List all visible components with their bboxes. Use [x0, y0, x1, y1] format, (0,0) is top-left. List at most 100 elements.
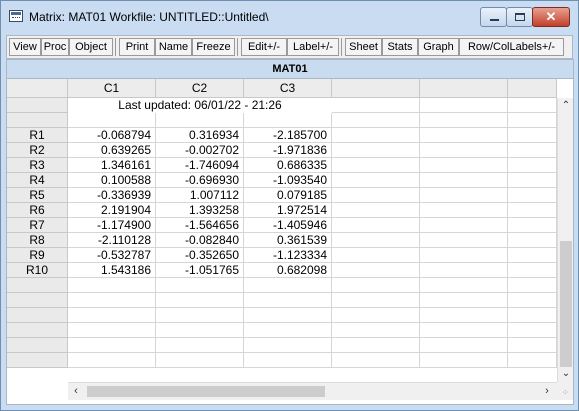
- row-header[interactable]: [7, 293, 68, 308]
- row-header[interactable]: R6: [7, 203, 68, 218]
- matrix-window-icon[interactable]: [9, 10, 23, 22]
- matrix-cell[interactable]: [420, 128, 508, 143]
- matrix-cell[interactable]: [508, 248, 557, 263]
- matrix-cell[interactable]: [332, 113, 420, 128]
- matrix-cell[interactable]: [508, 158, 557, 173]
- matrix-cell[interactable]: [508, 113, 557, 128]
- matrix-cell[interactable]: [508, 128, 557, 143]
- stats-button[interactable]: Stats: [382, 38, 418, 56]
- matrix-cell[interactable]: [508, 143, 557, 158]
- matrix-cell[interactable]: [156, 338, 244, 353]
- matrix-cell[interactable]: 0.079185: [244, 188, 332, 203]
- matrix-cell[interactable]: [156, 353, 244, 368]
- matrix-cell[interactable]: [68, 308, 156, 323]
- column-header[interactable]: [508, 79, 557, 98]
- matrix-cell[interactable]: [420, 323, 508, 338]
- matrix-cell[interactable]: [508, 188, 557, 203]
- row-header[interactable]: [7, 338, 68, 353]
- matrix-cell[interactable]: -1.746094: [156, 158, 244, 173]
- matrix-cell[interactable]: -1.564656: [156, 218, 244, 233]
- matrix-cell[interactable]: [508, 218, 557, 233]
- matrix-cell[interactable]: [68, 113, 156, 128]
- title-bar[interactable]: Matrix: MAT01 Workfile: UNTITLED::Untitl…: [1, 1, 578, 32]
- matrix-cell[interactable]: 1.346161: [68, 158, 156, 173]
- vertical-scroll-thumb[interactable]: [560, 241, 572, 367]
- row-header[interactable]: [7, 323, 68, 338]
- object-button[interactable]: Object: [69, 38, 113, 56]
- matrix-cell[interactable]: [508, 233, 557, 248]
- row-header[interactable]: R1: [7, 128, 68, 143]
- matrix-cell[interactable]: -0.532787: [68, 248, 156, 263]
- matrix-cell[interactable]: -2.110128: [68, 233, 156, 248]
- matrix-cell[interactable]: [332, 308, 420, 323]
- matrix-cell[interactable]: 0.361539: [244, 233, 332, 248]
- close-button[interactable]: ✕: [532, 7, 570, 27]
- matrix-cell[interactable]: [420, 308, 508, 323]
- row-header[interactable]: [7, 353, 68, 368]
- matrix-cell[interactable]: [508, 338, 557, 353]
- matrix-cell[interactable]: [332, 173, 420, 188]
- matrix-cell[interactable]: -0.352650: [156, 248, 244, 263]
- matrix-cell[interactable]: [420, 173, 508, 188]
- matrix-cell[interactable]: [156, 113, 244, 128]
- matrix-cell[interactable]: [68, 353, 156, 368]
- matrix-cell[interactable]: [68, 338, 156, 353]
- maximize-button[interactable]: [506, 7, 533, 27]
- matrix-cell[interactable]: [156, 278, 244, 293]
- row-header[interactable]: R2: [7, 143, 68, 158]
- row-header[interactable]: R3: [7, 158, 68, 173]
- matrix-cell[interactable]: [508, 353, 557, 368]
- matrix-cell[interactable]: [332, 263, 420, 278]
- matrix-cell[interactable]: 1.007112: [156, 188, 244, 203]
- matrix-cell[interactable]: 0.639265: [68, 143, 156, 158]
- matrix-cell[interactable]: [332, 188, 420, 203]
- matrix-cell[interactable]: [244, 113, 332, 128]
- matrix-cell[interactable]: -0.082840: [156, 233, 244, 248]
- chevron-right-icon[interactable]: ›: [539, 383, 555, 400]
- graph-button[interactable]: Graph: [418, 38, 459, 56]
- matrix-cell[interactable]: [420, 293, 508, 308]
- matrix-cell[interactable]: -0.696930: [156, 173, 244, 188]
- matrix-cell[interactable]: [508, 308, 557, 323]
- matrix-cell[interactable]: [420, 338, 508, 353]
- corner-header[interactable]: [7, 79, 68, 98]
- matrix-cell[interactable]: 1.393258: [156, 203, 244, 218]
- matrix-cell[interactable]: [420, 113, 508, 128]
- matrix-cell[interactable]: [420, 263, 508, 278]
- matrix-cell[interactable]: [68, 323, 156, 338]
- vertical-scrollbar[interactable]: ⌃ ⌄: [557, 98, 573, 382]
- label-toggle-button[interactable]: Label+/-: [287, 38, 339, 56]
- row-header[interactable]: R10: [7, 263, 68, 278]
- matrix-cell[interactable]: [420, 278, 508, 293]
- matrix-cell[interactable]: [332, 143, 420, 158]
- chevron-up-icon[interactable]: ⌃: [558, 98, 573, 114]
- matrix-cell[interactable]: [332, 323, 420, 338]
- matrix-cell[interactable]: 0.100588: [68, 173, 156, 188]
- matrix-cell[interactable]: [68, 293, 156, 308]
- row-header[interactable]: R7: [7, 218, 68, 233]
- matrix-cell[interactable]: [332, 98, 420, 113]
- matrix-cell[interactable]: [420, 98, 508, 113]
- matrix-cell[interactable]: [508, 323, 557, 338]
- row-header[interactable]: [7, 98, 68, 113]
- column-header[interactable]: [420, 79, 508, 98]
- matrix-spreadsheet[interactable]: MAT01 C1 C2 C3 R1 -0.068794 0.316934 -2.185…: [6, 59, 574, 405]
- matrix-cell[interactable]: -0.002702: [156, 143, 244, 158]
- matrix-cell[interactable]: [332, 248, 420, 263]
- matrix-cell[interactable]: [508, 293, 557, 308]
- matrix-cell[interactable]: [420, 218, 508, 233]
- matrix-cell[interactable]: [508, 263, 557, 278]
- freeze-button[interactable]: Freeze: [192, 38, 235, 56]
- matrix-cell[interactable]: [332, 278, 420, 293]
- horizontal-scroll-thumb[interactable]: [87, 386, 325, 397]
- matrix-cell[interactable]: [420, 248, 508, 263]
- matrix-cell[interactable]: [420, 158, 508, 173]
- matrix-cell[interactable]: [244, 338, 332, 353]
- matrix-cell[interactable]: [332, 128, 420, 143]
- matrix-cell[interactable]: -1.093540: [244, 173, 332, 188]
- matrix-cell[interactable]: -1.123334: [244, 248, 332, 263]
- matrix-cell[interactable]: 2.191904: [68, 203, 156, 218]
- matrix-cell[interactable]: [332, 353, 420, 368]
- matrix-cell[interactable]: [332, 218, 420, 233]
- matrix-cell[interactable]: -1.971836: [244, 143, 332, 158]
